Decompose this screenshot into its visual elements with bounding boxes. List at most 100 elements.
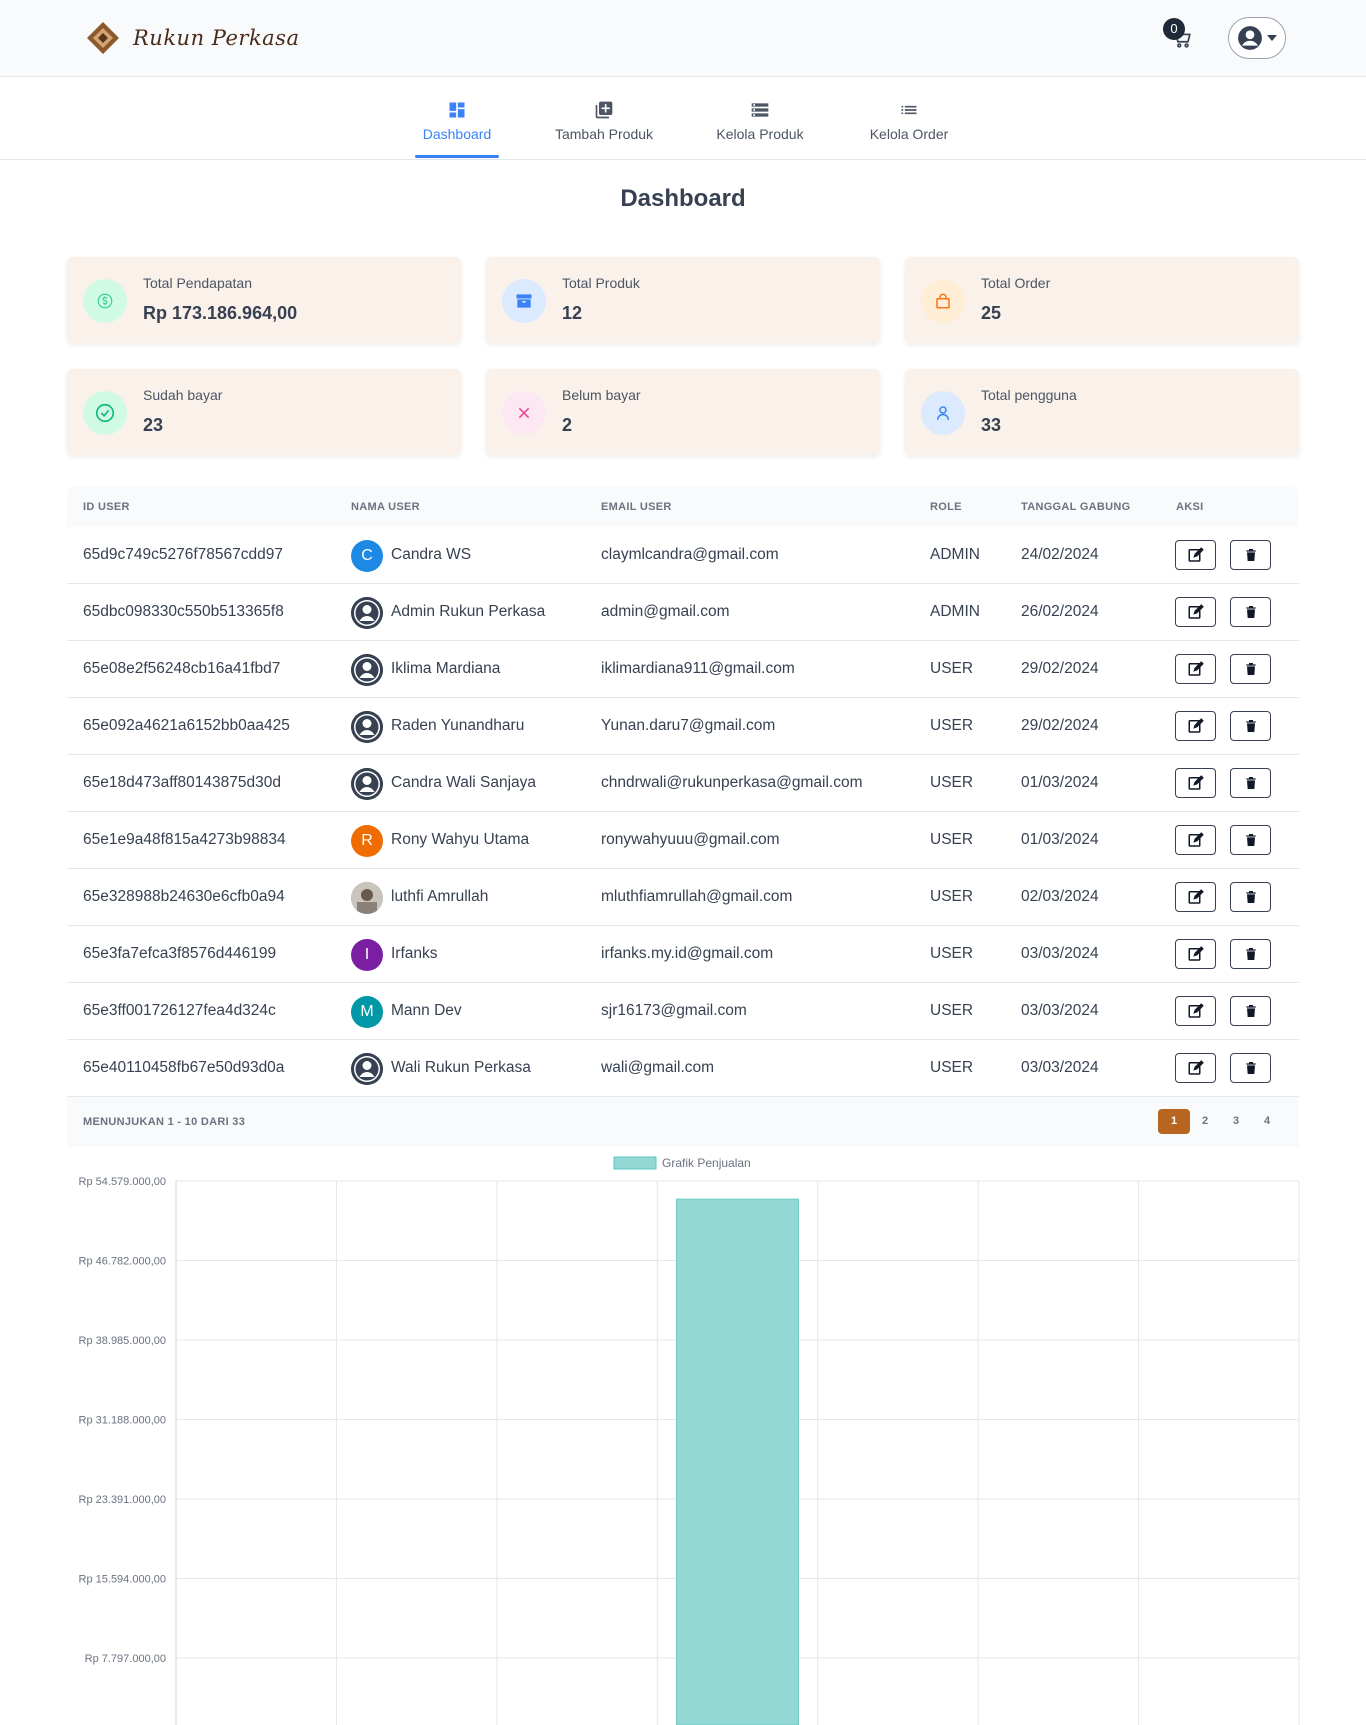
table-row: 65e092a4621a6152bb0aa425 Raden Yunandharu… [67, 698, 1299, 755]
stat-value: Rp 173.186.964,00 [143, 303, 298, 323]
page-button-2[interactable]: 2 [1189, 1109, 1221, 1134]
delete-button[interactable] [1230, 540, 1271, 570]
table-row: 65d9c749c5276f78567cdd97 C Candra WS clayml… [67, 527, 1299, 584]
delete-button[interactable] [1230, 996, 1271, 1026]
col-header-actions: AKSI [1176, 501, 1204, 513]
edit-button[interactable] [1175, 1053, 1216, 1083]
delete-button[interactable] [1230, 825, 1271, 855]
user-join-date: 03/03/2024 [1021, 1002, 1099, 1019]
caret-down-icon [1266, 35, 1277, 41]
user-role: USER [930, 1002, 974, 1019]
edit-button[interactable] [1175, 540, 1216, 570]
account-circle-icon [1237, 26, 1262, 50]
stat-icon-wrap [502, 279, 546, 323]
trash-icon [1245, 777, 1256, 789]
user-join-date: 29/02/2024 [1021, 660, 1099, 677]
edit-icon [1188, 718, 1204, 733]
storage-icon [751, 103, 769, 117]
user-email: mluthfiamrullah@gmail.com [601, 888, 793, 905]
edit-button[interactable] [1175, 654, 1216, 684]
user-name: Admin Rukun Perkasa [391, 603, 546, 620]
logo-mark-icon [87, 22, 119, 54]
tab-tambah-produk[interactable]: Tambah Produk [548, 100, 660, 142]
legend-swatch[interactable] [613, 1156, 657, 1170]
avatar [351, 1053, 383, 1085]
page-button-4[interactable]: 4 [1251, 1109, 1283, 1134]
user-name: Mann Dev [391, 1002, 462, 1019]
edit-icon [1188, 1003, 1204, 1018]
delete-button[interactable] [1230, 768, 1271, 798]
page-button-3[interactable]: 3 [1220, 1109, 1252, 1134]
user-email: sjr16173@gmail.com [601, 1002, 747, 1019]
user-role: USER [930, 774, 974, 791]
stat-label: Total Pendapatan [143, 275, 252, 291]
tab-label: Tambah Produk [554, 126, 654, 142]
user-id: 65d9c749c5276f78567cdd97 [83, 546, 283, 563]
table-body: 65d9c749c5276f78567cdd97 C Candra WS clayml… [67, 527, 1299, 1097]
avatar: I [351, 939, 383, 971]
edit-icon [1188, 661, 1204, 676]
user-menu-button[interactable] [1228, 17, 1286, 59]
stat-label: Total Produk [562, 275, 640, 291]
user-photo-icon [351, 882, 383, 914]
delete-button[interactable] [1230, 597, 1271, 627]
edit-icon [1188, 946, 1204, 961]
avatar [351, 597, 383, 629]
tab-dashboard[interactable]: Dashboard [415, 100, 499, 142]
edit-button[interactable] [1175, 711, 1216, 741]
table-header: ID USER NAMA USER EMAIL USER ROLE TANGGA… [67, 487, 1299, 527]
tab-kelola-produk[interactable]: Kelola Produk [712, 100, 808, 142]
delete-button[interactable] [1230, 939, 1271, 969]
bag-icon [936, 293, 950, 309]
bar[interactable] [676, 1198, 799, 1725]
user-email: admin@gmail.com [601, 603, 730, 620]
user-email: wali@gmail.com [601, 1059, 715, 1076]
edit-button[interactable] [1175, 939, 1216, 969]
user-join-date: 29/02/2024 [1021, 717, 1099, 734]
stat-value: 33 [981, 415, 1002, 435]
user-join-date: 26/02/2024 [1021, 603, 1099, 620]
edit-icon [1188, 547, 1204, 562]
edit-button[interactable] [1175, 996, 1216, 1026]
tab-kelola-order[interactable]: Kelola Order [864, 100, 954, 142]
user-join-date: 03/03/2024 [1021, 1059, 1099, 1076]
stat-card-total-order: Total Order 25 [905, 257, 1299, 343]
user-email: iklimardiana911@gmail.com [601, 660, 795, 677]
brand-logo[interactable]: Rukun Perkasa [85, 20, 299, 56]
edit-button[interactable] [1175, 597, 1216, 627]
stat-card-total-pendapatan: Total Pendapatan Rp 173.186.964,00 [67, 257, 461, 343]
user-join-date: 03/03/2024 [1021, 945, 1099, 962]
edit-icon [1188, 889, 1204, 904]
brand-name: Rukun Perkasa [133, 26, 300, 50]
col-header-date: TANGGAL GABUNG [1021, 501, 1131, 513]
user-email: irfanks.my.id@gmail.com [601, 945, 774, 962]
delete-button[interactable] [1230, 882, 1271, 912]
page-button-1[interactable]: 1 [1158, 1109, 1190, 1134]
trash-icon [1245, 1062, 1256, 1074]
cart-button[interactable]: 0 [1163, 18, 1197, 52]
stat-value: 2 [562, 415, 573, 435]
edit-button[interactable] [1175, 768, 1216, 798]
edit-button[interactable] [1175, 825, 1216, 855]
user-id: 65e08e2f56248cb16a41fbd7 [83, 660, 281, 677]
box-icon [516, 294, 532, 308]
stat-icon-wrap [921, 279, 965, 323]
user-id: 65e3fa7efca3f8576d446199 [83, 945, 277, 962]
y-tick-label: Rp 7.797.000,00 [85, 1653, 166, 1665]
stat-icon-wrap [921, 391, 965, 435]
table-row: 65dbc098330c550b513365f8 Admin Rukun Perk… [67, 584, 1299, 641]
users-table: ID USER NAMA USER EMAIL USER ROLE TANGGA… [67, 487, 1299, 1147]
edit-button[interactable] [1175, 882, 1216, 912]
active-tab-indicator [415, 155, 499, 158]
delete-button[interactable] [1230, 654, 1271, 684]
user-role: USER [930, 888, 974, 905]
y-tick-label: Rp 46.782.000,00 [79, 1256, 166, 1268]
account-circle-icon [351, 1053, 383, 1085]
table-footer: MENUNJUKAN 1 - 10 DARI 33 1 2 3 4 [67, 1097, 1299, 1147]
dashboard-icon [449, 102, 465, 118]
delete-button[interactable] [1230, 1053, 1271, 1083]
delete-button[interactable] [1230, 711, 1271, 741]
stat-value: 25 [981, 303, 1002, 323]
avatar [351, 882, 383, 914]
x-icon [518, 407, 530, 419]
